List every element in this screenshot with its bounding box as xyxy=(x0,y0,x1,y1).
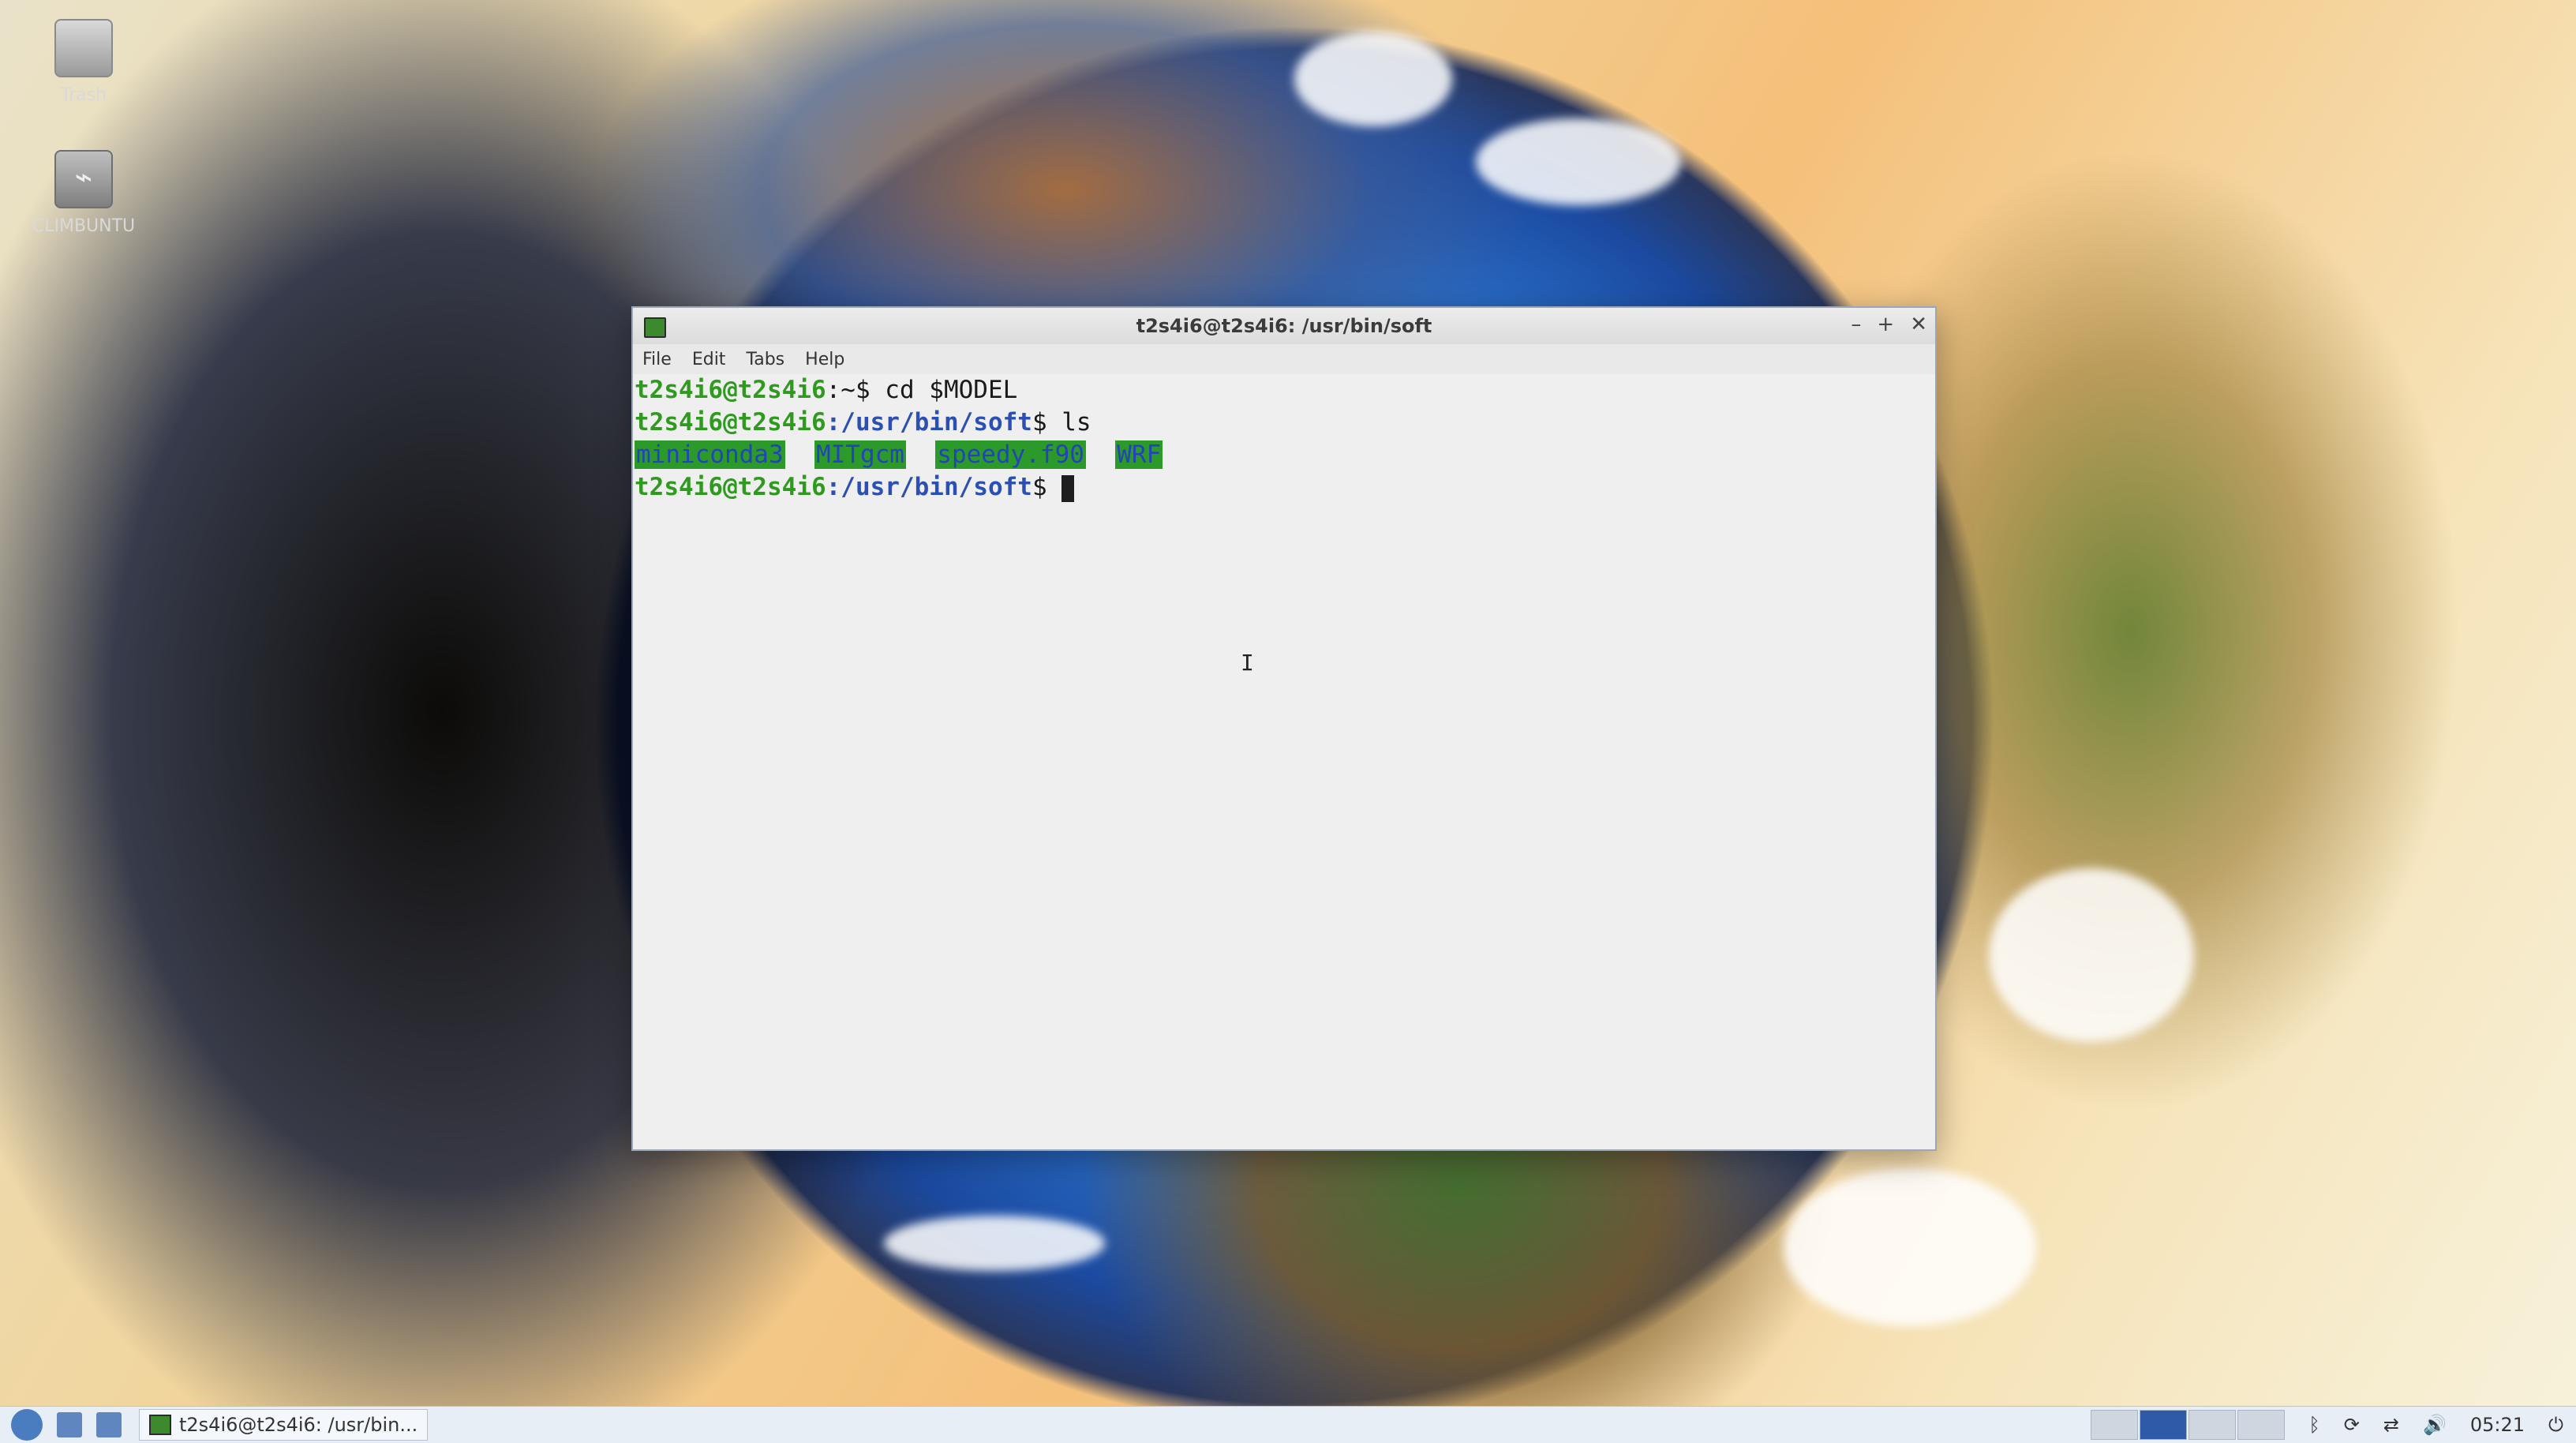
command-text: cd $MODEL xyxy=(885,376,1018,404)
window-title: t2s4i6@t2s4i6: /usr/bin/soft xyxy=(1136,315,1432,337)
terminal-line: t2s4i6@t2s4i6:~$ cd $MODEL xyxy=(635,374,1934,407)
workspace-1[interactable] xyxy=(2091,1410,2139,1440)
prompt-path: :/usr/bin/soft xyxy=(826,473,1032,501)
terminal-line: t2s4i6@t2s4i6:/usr/bin/soft$ ls xyxy=(635,407,1934,439)
browser-icon[interactable] xyxy=(96,1412,122,1437)
wallpaper-cloud xyxy=(884,1216,1105,1271)
menu-tabs[interactable]: Tabs xyxy=(746,350,784,369)
directory-entry: MITgcm xyxy=(814,440,906,469)
prompt-symbol: $ xyxy=(1032,408,1062,437)
directory-entry: miniconda3 xyxy=(635,440,785,469)
volume-icon[interactable]: 🔊 xyxy=(2423,1414,2447,1436)
terminal-app-icon[interactable] xyxy=(644,317,666,338)
workspace-3[interactable] xyxy=(2188,1410,2237,1440)
task-label: t2s4i6@t2s4i6: /usr/bin... xyxy=(179,1414,418,1436)
window-titlebar[interactable]: t2s4i6@t2s4i6: /usr/bin/soft – + ✕ xyxy=(633,308,1935,344)
directory-entry: WRF xyxy=(1115,440,1163,469)
climbuntu-desktop-icon[interactable]: CLIMBUNTU xyxy=(28,150,139,236)
wallpaper-cloud xyxy=(1784,1168,2036,1326)
power-icon[interactable]: ⏻ xyxy=(2548,1414,2563,1436)
trash-icon xyxy=(54,19,113,77)
close-button[interactable]: ✕ xyxy=(1910,313,1927,336)
climbuntu-label: CLIMBUNTU xyxy=(32,216,136,236)
wallpaper-cloud xyxy=(1294,32,1452,126)
menu-help[interactable]: Help xyxy=(805,350,844,369)
desktop-pager xyxy=(2091,1410,2286,1440)
menu-edit[interactable]: Edit xyxy=(692,350,726,369)
prompt-path: :/usr/bin/soft xyxy=(826,408,1032,437)
wallpaper-cloud xyxy=(1989,868,2194,1042)
taskbar: t2s4i6@t2s4i6: /usr/bin... ᛒ ⟳ ⇄ 🔊 05:21… xyxy=(0,1406,2576,1443)
system-tray: ᛒ ⟳ ⇄ 🔊 05:21 ⏻ xyxy=(2308,1414,2563,1436)
start-menu-icon[interactable] xyxy=(11,1409,43,1441)
clock[interactable]: 05:21 xyxy=(2470,1414,2525,1436)
workspace-2[interactable] xyxy=(2140,1410,2188,1440)
window-controls: – + ✕ xyxy=(1851,313,1927,336)
text-cursor xyxy=(1061,474,1075,502)
terminal-task-icon xyxy=(149,1415,171,1435)
usb-drive-icon xyxy=(54,150,113,208)
ibeam-cursor-icon: I xyxy=(1241,650,1254,676)
menubar: File Edit Tabs Help xyxy=(633,344,1935,374)
update-icon[interactable]: ⟳ xyxy=(2344,1414,2360,1436)
network-icon[interactable]: ⇄ xyxy=(2383,1414,2399,1436)
minimize-button[interactable]: – xyxy=(1851,313,1861,336)
trash-desktop-icon[interactable]: Trash xyxy=(28,19,139,105)
prompt-user: t2s4i6@t2s4i6 xyxy=(635,376,826,404)
trash-label: Trash xyxy=(60,85,107,105)
maximize-button[interactable]: + xyxy=(1877,313,1894,336)
prompt-user: t2s4i6@t2s4i6 xyxy=(635,473,826,501)
workspace-4[interactable] xyxy=(2237,1410,2286,1440)
bluetooth-icon[interactable]: ᛒ xyxy=(2308,1414,2320,1436)
prompt-path: :~ xyxy=(826,376,856,404)
directory-entry: speedy.f90 xyxy=(935,440,1086,469)
menu-file[interactable]: File xyxy=(642,350,672,369)
terminal-line: t2s4i6@t2s4i6:/usr/bin/soft$ xyxy=(635,471,1934,504)
prompt-symbol: $ xyxy=(1032,473,1062,501)
file-manager-icon[interactable] xyxy=(57,1412,82,1437)
terminal-output[interactable]: t2s4i6@t2s4i6:~$ cd $MODEL t2s4i6@t2s4i6… xyxy=(633,374,1935,1149)
prompt-symbol: $ xyxy=(855,376,886,404)
terminal-line: miniconda3 MITgcm speedy.f90 WRF xyxy=(635,439,1934,471)
command-text: ls xyxy=(1061,408,1091,437)
taskbar-item-terminal[interactable]: t2s4i6@t2s4i6: /usr/bin... xyxy=(139,1409,429,1441)
terminal-window[interactable]: t2s4i6@t2s4i6: /usr/bin/soft – + ✕ File … xyxy=(631,306,1937,1151)
prompt-user: t2s4i6@t2s4i6 xyxy=(635,408,826,437)
wallpaper-cloud xyxy=(1476,118,1681,205)
